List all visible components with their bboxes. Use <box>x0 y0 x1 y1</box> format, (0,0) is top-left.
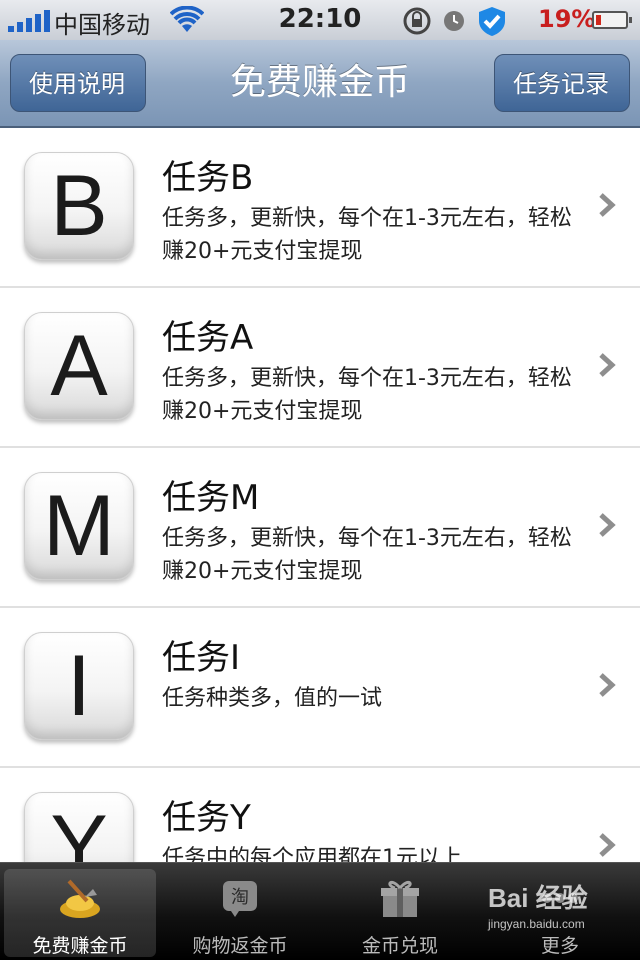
letter-m-icon: M <box>24 472 134 580</box>
task-description: 任务多，更新快，每个在1-3元左右，轻松赚20+元支付宝提现 <box>162 206 572 264</box>
task-description: 任务种类多，值的一试 <box>162 686 383 711</box>
chevron-right-icon <box>599 193 616 217</box>
gold-pile-icon <box>60 879 100 918</box>
task-item-b[interactable]: B 任务B 任务多，更新快，每个在1-3元左右，轻松赚20+元支付宝提现 <box>0 128 640 288</box>
baidu-watermark: Bai 经验 jingyan.baidu.com <box>488 878 588 931</box>
chevron-right-icon <box>599 353 616 377</box>
task-title: 任务I <box>162 638 241 678</box>
chevron-right-icon <box>599 833 616 857</box>
task-history-button[interactable]: 任务记录 <box>494 54 630 112</box>
task-description: 任务多，更新快，每个在1-3元左右，轻松赚20+元支付宝提现 <box>162 526 572 584</box>
tab-label: 免费赚金币 <box>32 935 128 957</box>
letter-a-icon: A <box>24 312 134 420</box>
svg-text:淘: 淘 <box>231 887 249 908</box>
nav-bar: 使用说明 免费赚金币 任务记录 <box>0 40 640 128</box>
tab-free-coins[interactable]: 免费赚金币 <box>4 869 156 957</box>
rotation-lock-icon <box>403 7 431 35</box>
task-item-m[interactable]: M 任务M 任务多，更新快，每个在1-3元左右，轻松赚20+元支付宝提现 <box>0 448 640 608</box>
shield-icon <box>479 7 505 36</box>
chevron-right-icon <box>599 513 616 537</box>
alarm-icon <box>444 11 464 31</box>
task-list: B 任务B 任务多，更新快，每个在1-3元左右，轻松赚20+元支付宝提现 A 任… <box>0 128 640 862</box>
task-item-y[interactable]: Y 任务Y 任务中的每个应用都在1元以上 <box>0 768 640 862</box>
task-description: 任务多，更新快，每个在1-3元左右，轻松赚20+元支付宝提现 <box>162 366 572 424</box>
tab-label: 金币兑现 <box>361 935 438 957</box>
watermark-site: jingyan.baidu.com <box>488 917 585 931</box>
taobao-icon: 淘 <box>223 881 257 917</box>
instructions-button[interactable]: 使用说明 <box>10 54 146 112</box>
task-item-a[interactable]: A 任务A 任务多，更新快，每个在1-3元左右，轻松赚20+元支付宝提现 <box>0 288 640 448</box>
task-description: 任务中的每个应用都在1元以上 <box>162 846 462 862</box>
task-item-i[interactable]: I 任务I 任务种类多，值的一试 <box>0 608 640 768</box>
tab-shopping-cashback[interactable]: 淘 购物返金币 <box>164 869 316 957</box>
letter-b-icon: B <box>24 152 134 260</box>
task-title: 任务B <box>162 158 254 198</box>
status-bar: 中国移动 22:10 19% <box>0 0 640 40</box>
gift-box-icon <box>381 880 419 917</box>
tab-redeem-coins[interactable]: 金币兑现 <box>324 869 476 957</box>
letter-i-icon: I <box>24 632 134 740</box>
letter-y-icon: Y <box>24 792 134 862</box>
tab-label: 购物返金币 <box>192 935 288 957</box>
chevron-right-icon <box>599 673 616 697</box>
tab-label: 更多 <box>540 935 579 957</box>
task-title: 任务M <box>162 478 260 518</box>
battery-icon <box>592 11 632 29</box>
battery-percent: 19% <box>538 5 596 33</box>
task-title: 任务A <box>162 318 254 358</box>
watermark-brand: Bai 经验 <box>488 883 588 913</box>
task-title: 任务Y <box>162 798 251 838</box>
